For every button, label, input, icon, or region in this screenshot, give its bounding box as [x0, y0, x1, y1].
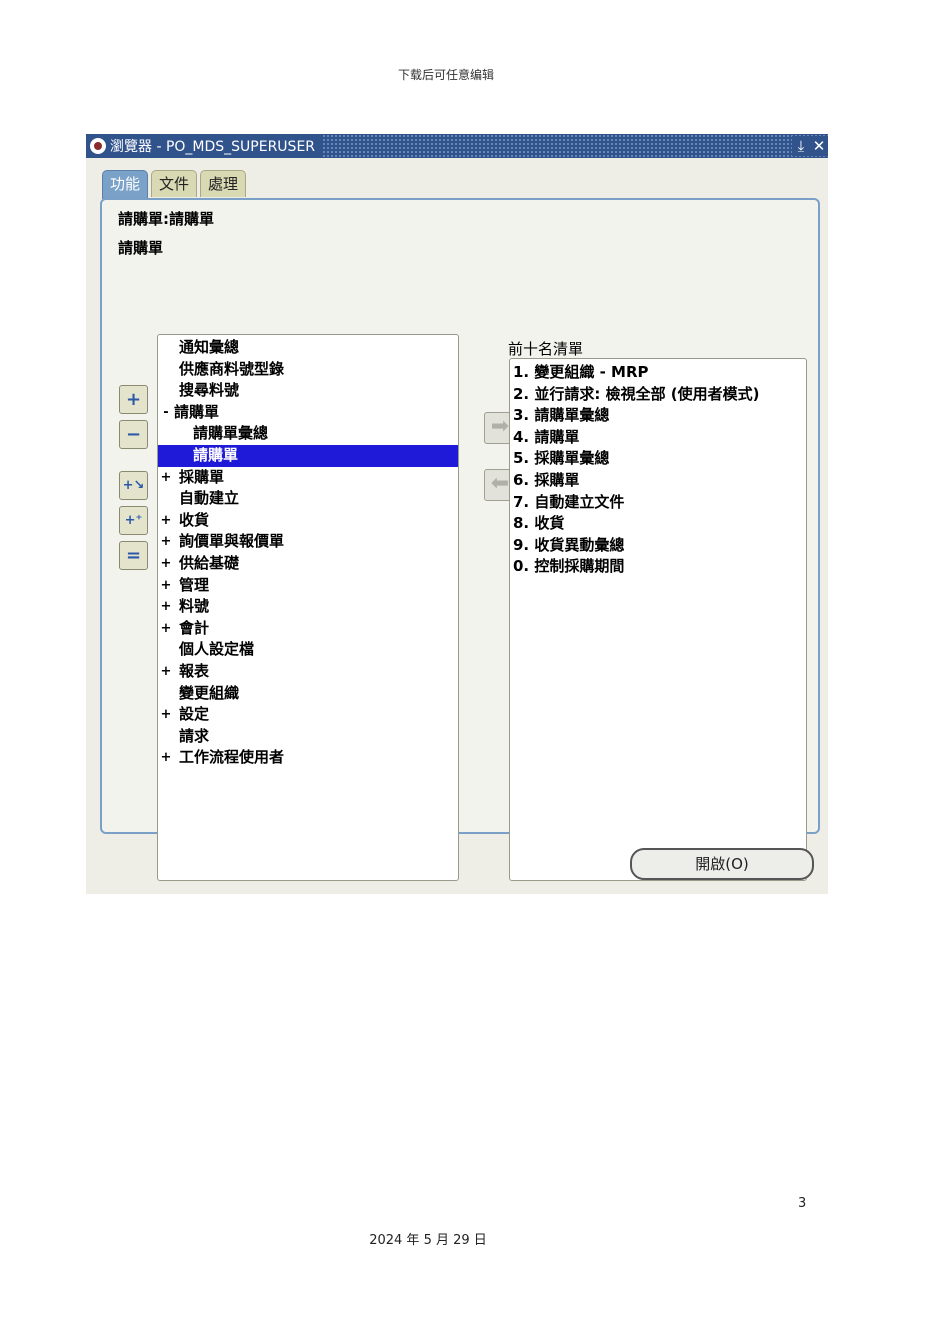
tree-item[interactable]: + 詢價單與報價單 — [158, 531, 458, 553]
tree-item[interactable]: 請購單彙總 — [158, 423, 458, 445]
tab-bar: 功能 文件 處理 — [102, 170, 247, 199]
tree-item-label: 供應商料號型錄 — [179, 359, 285, 378]
top-ten-item[interactable]: 3. 請購單彙總 — [513, 405, 806, 427]
tab-functions[interactable]: 功能 — [102, 170, 149, 199]
expand-icon[interactable]: + — [159, 575, 173, 597]
top-ten-item[interactable]: 8. 收貨 — [513, 513, 806, 535]
document-header: 下载后可任意编辑 — [397, 68, 494, 82]
tree-item-label: 搜尋料號 — [179, 381, 240, 400]
window-title: 瀏覽器 - PO_MDS_SUPERUSER — [110, 139, 316, 155]
expand-icon[interactable]: + — [159, 553, 173, 575]
tree-item-label: 通知彙總 — [179, 338, 240, 356]
top-ten-item[interactable]: 4. 請購單 — [513, 427, 806, 449]
function-tree[interactable]: 通知彙總 供應商料號型錄 搜尋料號 - 請購單 請購單彙總 請購單 + 採購單 自動建立 + 收貨 + 詢… — [157, 334, 459, 881]
open-button[interactable]: 開啟(O) — [630, 848, 814, 880]
tree-item[interactable]: 個人設定檔 — [158, 639, 458, 661]
tree-item-label: 供給基礎 — [179, 553, 240, 572]
expand-icon[interactable]: + — [159, 661, 173, 683]
window-titlebar[interactable]: 瀏覽器 - PO_MDS_SUPERUSER ⤓ ✕ — [86, 134, 828, 158]
tree-item-label: 自動建立 — [179, 489, 240, 508]
document-footer: 2024 年 5 月 29 日 — [369, 1233, 487, 1248]
tree-item[interactable]: 請購單 — [158, 444, 458, 467]
tree-item[interactable]: 供應商料號型錄 — [158, 359, 458, 381]
tab-documents[interactable]: 文件 — [151, 170, 198, 197]
top-ten-item[interactable]: 1. 變更組織 - MRP — [513, 362, 806, 384]
expand-icon[interactable]: + — [159, 747, 173, 769]
breadcrumb: 請購單:請購單 — [118, 210, 214, 228]
tree-item[interactable]: + 採購單 — [158, 467, 458, 489]
tree-item[interactable]: - 請購單 — [158, 402, 458, 424]
minimize-icon[interactable]: ⤓ — [792, 136, 810, 156]
expand-icon[interactable]: + — [159, 704, 173, 726]
tree-item[interactable]: + 工作流程使用者 — [158, 747, 458, 769]
top-ten-item[interactable]: 6. 採購單 — [513, 470, 806, 492]
expand-icon[interactable]: + — [159, 510, 173, 532]
tree-item-label: 詢價單與報價單 — [179, 532, 285, 551]
top-ten-list[interactable]: 1. 變更組織 - MRP 2. 並行請求: 檢視全部 (使用者模式) 3. 請購單… — [509, 358, 807, 881]
tree-item[interactable]: 變更組織 — [158, 683, 458, 705]
tree-item-label: 會計 — [179, 618, 210, 637]
tree-item[interactable]: + 收貨 — [158, 510, 458, 532]
tab-processes[interactable]: 處理 — [200, 170, 247, 197]
tree-item[interactable]: + 管理 — [158, 575, 458, 597]
top-ten-item[interactable]: 2. 並行請求: 檢視全部 (使用者模式) — [513, 384, 806, 406]
tree-item-label: 管理 — [179, 575, 210, 594]
tree-item[interactable]: + 料號 — [158, 596, 458, 618]
close-icon[interactable]: ✕ — [810, 136, 828, 156]
expand-icon[interactable]: + — [159, 531, 173, 553]
expand-icon[interactable]: + — [159, 596, 173, 618]
tree-item-label: 請購單 — [193, 445, 239, 464]
top-ten-item[interactable]: 0. 控制採購期間 — [513, 556, 806, 578]
top-ten-item[interactable]: 9. 收貨異動彙總 — [513, 535, 806, 557]
tree-item-label: 報表 — [179, 661, 210, 680]
navigator-window: 瀏覽器 - PO_MDS_SUPERUSER ⤓ ✕ 功能 文件 處理 請購單:… — [86, 134, 828, 894]
tree-item[interactable]: + 設定 — [158, 704, 458, 726]
collapse-icon[interactable]: - — [159, 402, 173, 424]
tree-item-label: 料號 — [179, 597, 210, 616]
expand-all-button[interactable]: +⁺ — [119, 506, 148, 535]
tree-item-label: 設定 — [179, 705, 210, 724]
tree-item-label: 收貨 — [179, 510, 210, 529]
app-icon — [90, 138, 106, 154]
tree-item-label: 變更組織 — [179, 683, 240, 702]
top-ten-item[interactable]: 5. 採購單彙總 — [513, 448, 806, 470]
tree-item[interactable]: 通知彙總 — [158, 337, 458, 359]
functions-panel: 請購單:請購單 請購單 + − +↘ +⁺ = 通知彙總 供應商料號型錄 搜尋料號 -… — [100, 198, 820, 881]
tree-item-label: 請購單 — [174, 402, 220, 421]
tree-item-label: 請求 — [179, 726, 210, 745]
tree-item[interactable]: + 報表 — [158, 661, 458, 683]
expand-button[interactable]: + — [119, 385, 148, 414]
tree-item-label: 採購單 — [179, 467, 225, 486]
tree-item[interactable]: 請求 — [158, 726, 458, 748]
collapse-all-button[interactable]: = — [119, 541, 148, 570]
tree-item-label: 個人設定檔 — [179, 640, 255, 659]
page-number: 3 — [798, 1196, 807, 1211]
tree-item[interactable]: + 供給基礎 — [158, 553, 458, 575]
expand-icon[interactable]: + — [159, 618, 173, 640]
collapse-button[interactable]: − — [119, 420, 148, 449]
tree-item[interactable]: 搜尋料號 — [158, 380, 458, 402]
tree-item-label: 工作流程使用者 — [179, 748, 285, 767]
tree-item[interactable]: + 會計 — [158, 618, 458, 640]
tree-item-label: 請購單彙總 — [193, 424, 269, 443]
top-ten-item[interactable]: 7. 自動建立文件 — [513, 492, 806, 514]
expand-icon[interactable]: + — [159, 467, 173, 489]
expand-branch-button[interactable]: +↘ — [119, 471, 148, 500]
tree-item[interactable]: 自動建立 — [158, 488, 458, 510]
top-ten-label: 前十名清單 — [508, 340, 584, 358]
page-title: 請購單 — [118, 239, 164, 257]
